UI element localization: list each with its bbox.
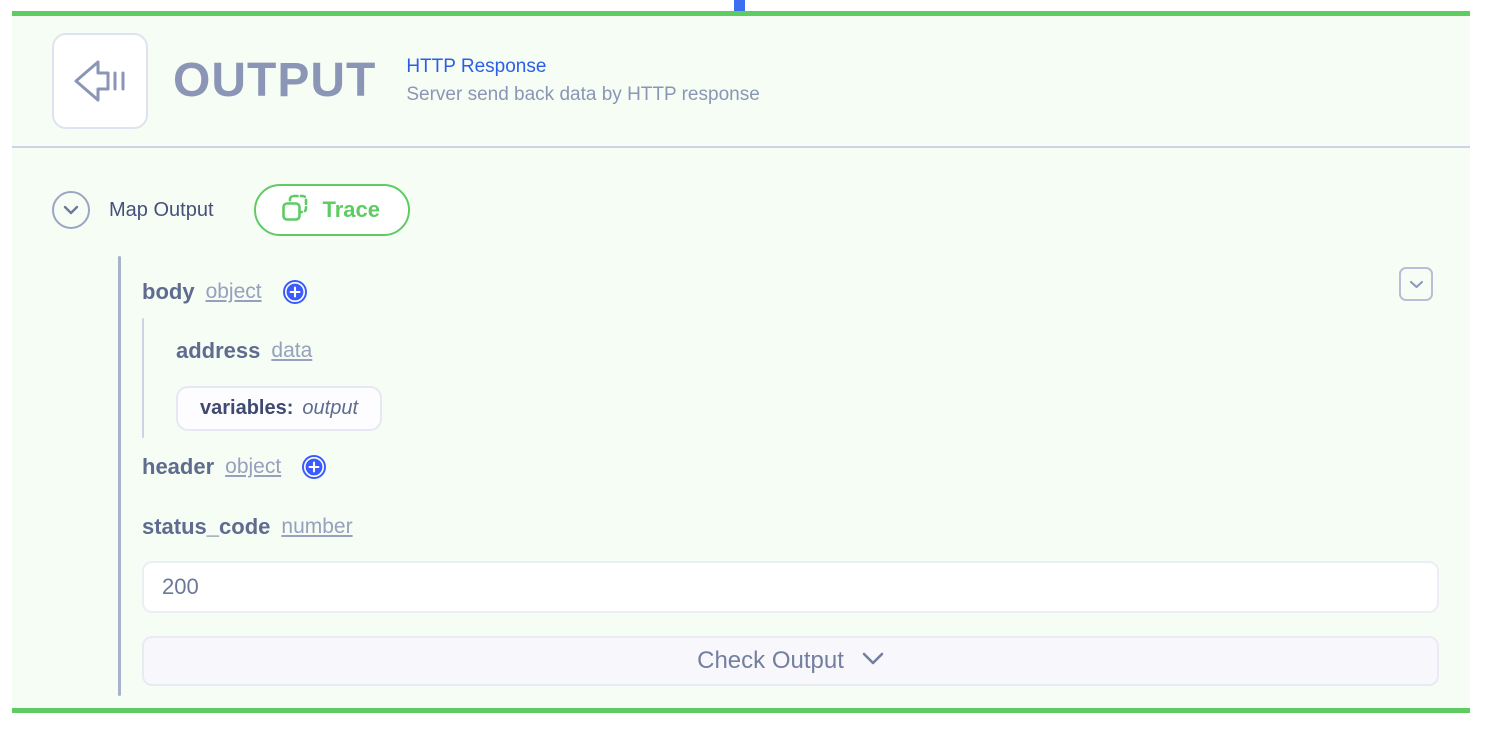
status-code-value: 200 xyxy=(162,574,199,599)
variable-pill-value: output xyxy=(302,397,358,419)
check-output-label: Check Output xyxy=(697,647,844,674)
node-header: OUTPUT HTTP Response Server send back da… xyxy=(12,16,1470,146)
output-node-canvas: OUTPUT HTTP Response Server send back da… xyxy=(0,0,1493,732)
chevron-down-circle-icon[interactable] xyxy=(52,191,90,229)
node-description: Server send back data by HTTP response xyxy=(406,83,760,105)
plus-circle-icon[interactable] xyxy=(301,454,327,480)
field-name: header xyxy=(142,454,215,479)
schema-field-body: body object xyxy=(142,279,308,305)
chevron-down-icon xyxy=(862,652,884,670)
variable-pill[interactable]: variables: output xyxy=(176,386,382,431)
output-arrow-icon xyxy=(52,33,148,129)
field-type[interactable]: object xyxy=(225,455,281,479)
schema-field-address: address data xyxy=(176,338,312,364)
check-output-button[interactable]: Check Output xyxy=(142,636,1439,686)
output-node-panel: OUTPUT HTTP Response Server send back da… xyxy=(12,11,1470,713)
node-meta: HTTP Response Server send back data by H… xyxy=(406,55,760,106)
status-code-input[interactable]: 200 xyxy=(142,561,1439,613)
trace-button[interactable]: Trace xyxy=(253,184,411,236)
node-subtitle: HTTP Response xyxy=(406,55,547,77)
field-type[interactable]: data xyxy=(271,339,312,363)
schema-field-header: header object xyxy=(142,454,327,480)
field-name: status_code xyxy=(142,514,271,539)
tree-rail-nested xyxy=(142,318,144,438)
field-name: address xyxy=(176,338,261,363)
chevron-down-icon xyxy=(1409,280,1423,288)
field-type[interactable]: number xyxy=(281,515,352,539)
trace-button-label: Trace xyxy=(322,197,381,222)
field-type[interactable]: object xyxy=(206,280,262,304)
collapse-body-button[interactable] xyxy=(1399,267,1433,301)
node-toolbar: Map Output Trace xyxy=(52,184,411,236)
duplicate-icon xyxy=(280,193,310,228)
plus-circle-icon[interactable] xyxy=(282,279,308,305)
map-output-label[interactable]: Map Output xyxy=(109,199,214,222)
field-name: body xyxy=(142,279,195,304)
page-title: OUTPUT xyxy=(173,54,377,107)
header-divider xyxy=(12,146,1470,148)
tree-rail xyxy=(118,256,121,696)
variable-pill-key: variables: xyxy=(200,397,294,419)
schema-field-status-code: status_code number xyxy=(142,514,353,540)
